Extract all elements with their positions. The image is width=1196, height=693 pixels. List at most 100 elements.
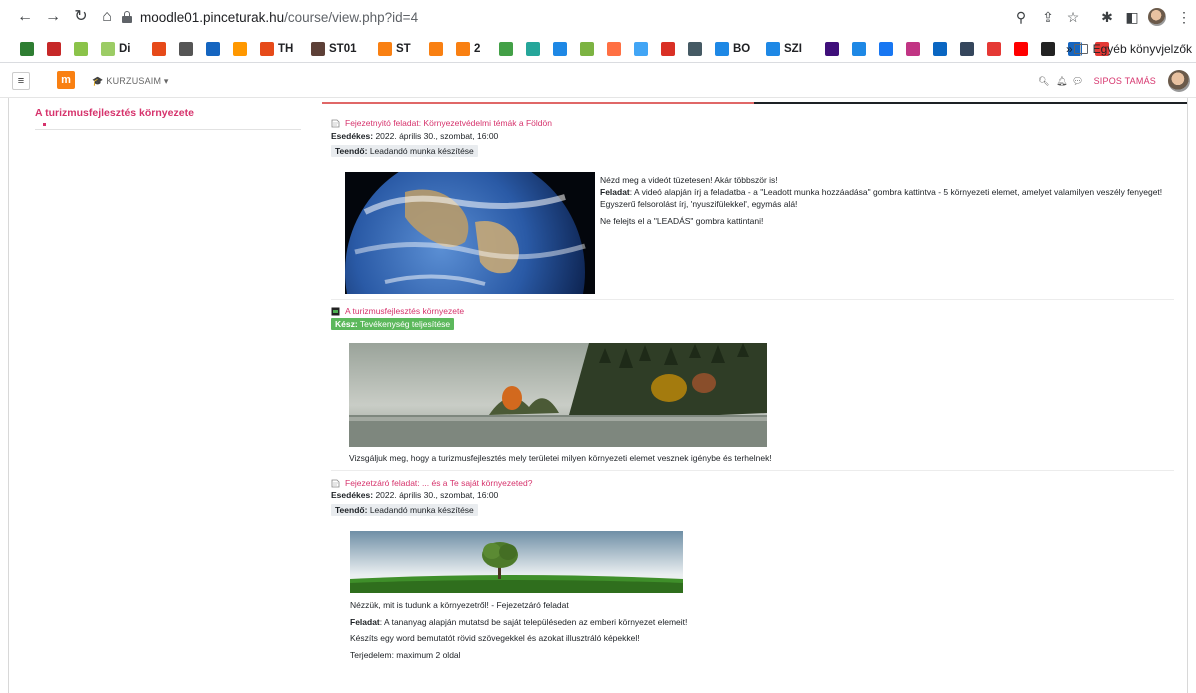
bookmark-item[interactable] [661,40,675,58]
linkedin-icon [933,42,947,56]
share-icon[interactable]: ⇪ [1038,7,1058,27]
bell-icon[interactable]: 🔔︎ [1056,76,1067,87]
bookmark-item[interactable] [987,40,1001,58]
section-progress-done [322,102,754,104]
due-date: Esedékes: 2022. április 30., szombat, 16… [331,131,498,141]
chat-icon[interactable]: 💬︎ [1072,76,1083,87]
k-icon [766,42,780,56]
todo-label: Teendő: [335,505,368,515]
zoom-icon[interactable]: ⚲ [1011,7,1031,27]
home-icon[interactable]: ⌂ [98,8,116,26]
forward-icon[interactable]: → [44,8,62,26]
activity-caption: Vizsgáljuk meg, hogy a turizmusfejleszté… [349,453,772,463]
due-value: 2022. április 30., szombat, 16:00 [375,490,499,500]
bookmark-item[interactable] [74,40,88,58]
window-icon[interactable]: ◧ [1122,7,1142,27]
tree-image [350,531,683,593]
url-field[interactable]: moodle01.pinceturak.hu/course/view.php?i… [140,10,418,25]
user-name[interactable]: SIPOS TAMÁS [1094,76,1156,86]
k-icon [715,42,729,56]
reload-icon[interactable]: ↻ [72,8,90,26]
bookmark-item[interactable] [960,40,974,58]
profile-avatar[interactable] [1147,7,1167,27]
bookmark-item[interactable] [233,40,247,58]
moodle-logo[interactable]: m [57,71,75,89]
graduation-cap-icon: 🎓 [92,76,104,86]
bookmark-item[interactable] [152,40,166,58]
bookmark-item[interactable] [688,40,702,58]
bookmark-item[interactable]: ST [378,40,411,58]
activity-text-line: Terjedelem: maximum 2 oldal [350,650,461,660]
bookmark-item[interactable] [429,40,443,58]
cloud-icon [553,42,567,56]
bookmark-label: SZI [784,43,802,55]
bookmark-item[interactable] [933,40,947,58]
mail-icon [688,42,702,56]
activity-assignment-1[interactable]: Fejezetnyitó feladat: Környezetvédelmi t… [331,118,552,128]
bookmark-item[interactable] [206,40,220,58]
search-icon[interactable]: 🔍︎ [1038,76,1049,87]
circle-icon [607,42,621,56]
moodle-navbar: ≡ m 🎓 KURZUSAIM ▾ 🔍︎ 🔔︎ 💬︎ SIPOS TAMÁS [0,66,1196,98]
bookmark-item[interactable] [499,40,513,58]
lock-icon[interactable] [122,11,132,23]
done-label: Kész: [335,319,358,329]
bookmark-item[interactable] [47,40,61,58]
address-bar-row: ← → ↻ ⌂ moodle01.pinceturak.hu/course/vi… [0,0,1196,36]
task-text: : A videó alapján írj a feladatba - a "L… [629,187,1163,197]
instagram-icon [906,42,920,56]
bookmarks-overflow[interactable]: » [1066,40,1073,58]
youtube-icon [1014,42,1028,56]
bookmark-item[interactable] [553,40,567,58]
bookmark-item[interactable] [20,40,34,58]
bookmark-item[interactable] [1041,40,1055,58]
bookmark-item[interactable] [906,40,920,58]
bookmark-item[interactable] [179,40,193,58]
bookmark-label: ST01 [329,43,357,55]
bookmark-item[interactable]: ST01 [311,40,357,58]
bookmark-item[interactable] [825,40,839,58]
bookmark-item[interactable] [1014,40,1028,58]
bookmark-item[interactable]: 2 [456,40,480,58]
bookmark-item[interactable] [526,40,540,58]
back-icon[interactable]: ← [16,8,34,26]
bookmark-item[interactable] [580,40,594,58]
di-icon [101,42,115,56]
extensions-icon[interactable]: ✱ [1097,7,1117,27]
activity-assignment-3[interactable]: Fejezetzáró feladat: ... és a Te saját k… [331,478,532,488]
cp-icon [260,42,274,56]
url-path: /course/view.php?id=4 [284,10,419,25]
bookmark-item[interactable] [852,40,866,58]
browser-toolbar: ⚲ ⇪ ☆ ✱ ◧ ⋮ [996,7,1196,29]
activity-page-2[interactable]: A turizmusfejlesztés környezete [331,306,464,316]
bookmark-item[interactable]: Di [101,40,131,58]
globe-icon [634,42,648,56]
grid-icon [580,42,594,56]
activity-text-line: Nézd meg a videót tüzetesen! Akár többsz… [600,175,778,185]
bookmark-item[interactable]: BO [715,40,750,58]
activity-text-line: Ne felejts el a "LEADÁS" gombra kattinta… [600,216,764,226]
bookmark-item[interactable] [634,40,648,58]
user-avatar[interactable] [1168,70,1190,92]
misty-lake-image [349,343,767,447]
due-label: Esedékes: [331,131,374,141]
drawer-toggle-icon[interactable]: ≡ [12,72,30,90]
apple-icon [179,42,193,56]
todo-value: Leadandó munka készítése [369,146,474,156]
star-icon[interactable]: ☆ [1063,7,1083,27]
other-bookmarks-folder[interactable]: Egyéb könyvjelzők [1073,42,1192,56]
bookmark-item[interactable] [879,40,893,58]
bookmark-label: Di [119,43,131,55]
activity-title: Fejezetnyitó feladat: Környezetvédelmi t… [345,118,552,128]
activity-task-line: Feladat: A tananyag alapján mutatsd be s… [350,617,687,627]
translate-icon [852,42,866,56]
bookmark-item[interactable] [607,40,621,58]
n-icon [206,42,220,56]
moodle-icon [429,42,443,56]
my-courses-menu[interactable]: 🎓 KURZUSAIM ▾ [92,76,169,87]
bookmark-item[interactable]: SZI [766,40,802,58]
bookmark-item[interactable]: TH [260,40,293,58]
drawer-section-title[interactable]: A turizmusfejlesztés környezete [35,107,194,119]
earth-image [345,172,595,294]
menu-kebab-icon[interactable]: ⋮ [1174,7,1194,27]
